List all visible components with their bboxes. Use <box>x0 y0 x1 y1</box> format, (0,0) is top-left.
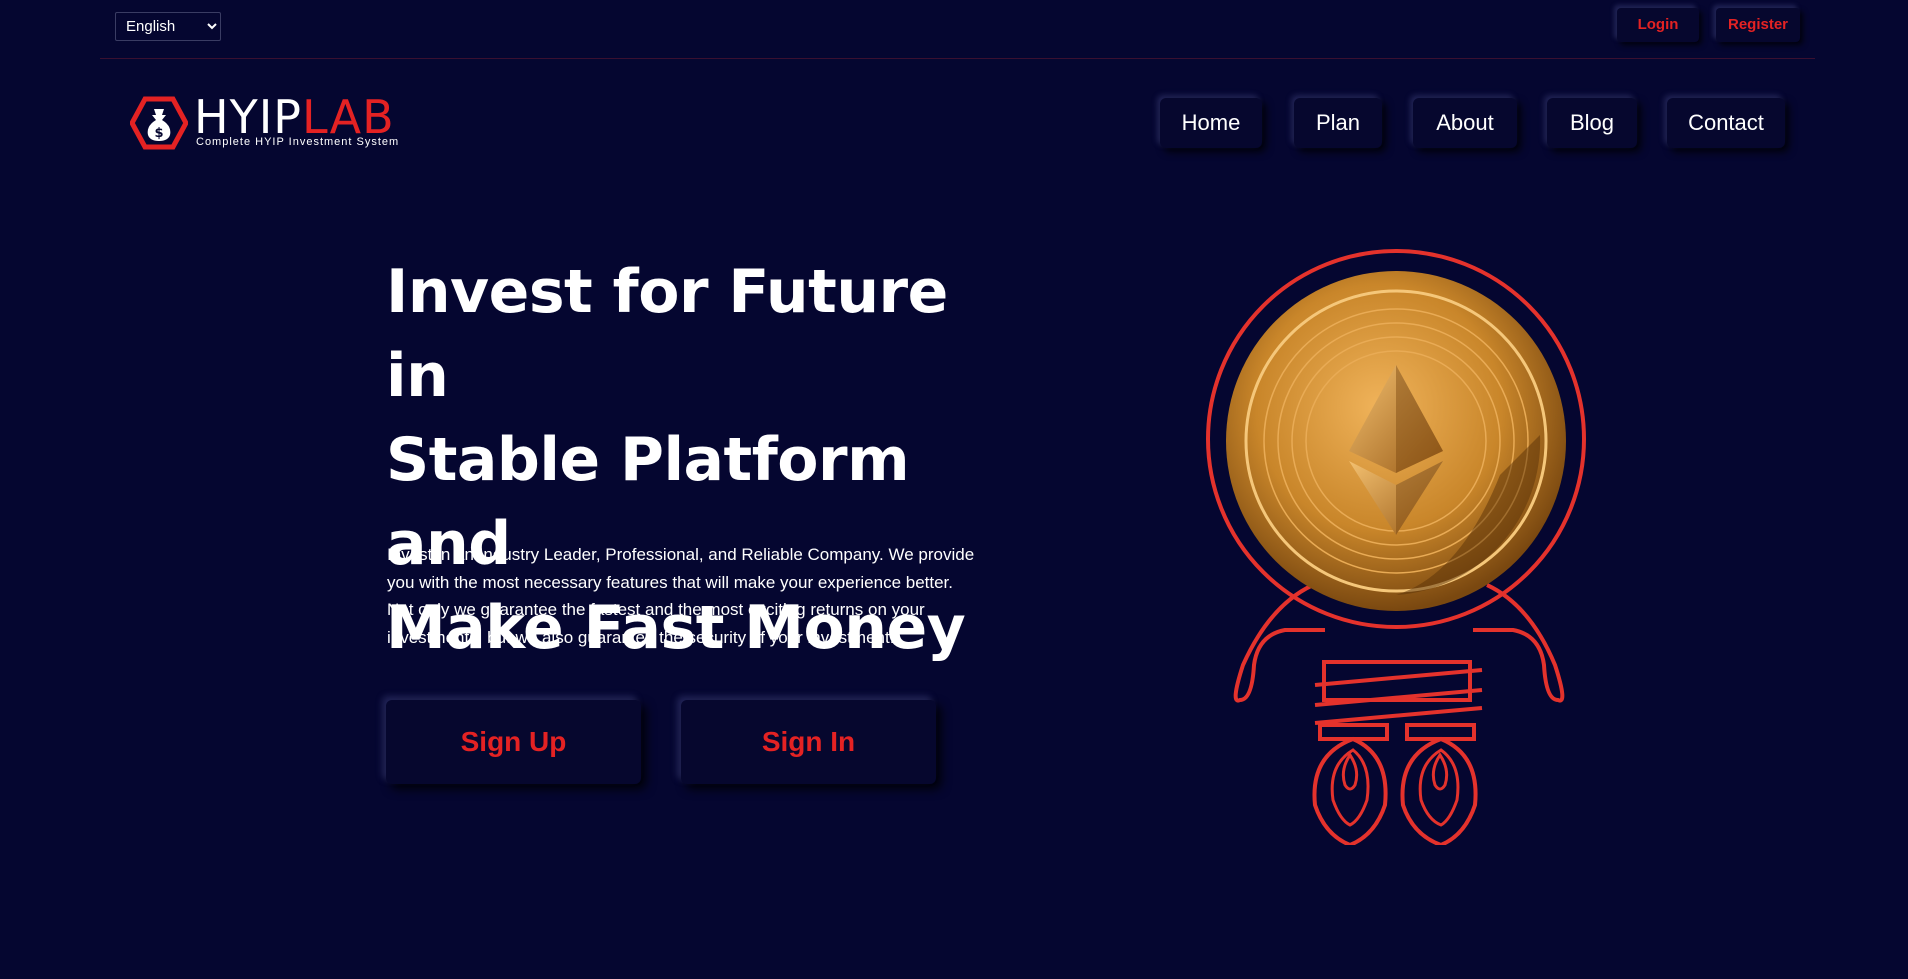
ethereum-coin-rocket-icon <box>1206 249 1586 845</box>
brand-tagline: Complete HYIP Investment System <box>196 136 400 148</box>
hero-description: Invest in an Industry Leader, Profession… <box>387 545 975 647</box>
nav-item-plan[interactable]: Plan <box>1294 98 1382 148</box>
sign-in-button[interactable]: Sign In <box>681 700 936 784</box>
brand-logo[interactable]: $ HYIPLAB Complete HYIP Investment Syste… <box>130 92 398 154</box>
sign-up-button[interactable]: Sign Up <box>386 700 641 784</box>
nav-item-about[interactable]: About <box>1413 98 1517 148</box>
language-select[interactable]: English <box>115 12 221 41</box>
top-bar: English <box>100 0 1815 59</box>
login-button[interactable]: Login <box>1617 8 1699 42</box>
register-button[interactable]: Register <box>1716 8 1800 42</box>
nav-item-contact[interactable]: Contact <box>1667 98 1785 148</box>
svg-text:$: $ <box>154 126 163 141</box>
brand-name: HYIPLAB <box>194 92 395 142</box>
nav-item-home[interactable]: Home <box>1160 98 1262 148</box>
nav-item-blog[interactable]: Blog <box>1547 98 1637 148</box>
hero-title-line-1: Invest for Future in <box>386 257 948 411</box>
money-bag-icon: $ <box>130 96 188 150</box>
